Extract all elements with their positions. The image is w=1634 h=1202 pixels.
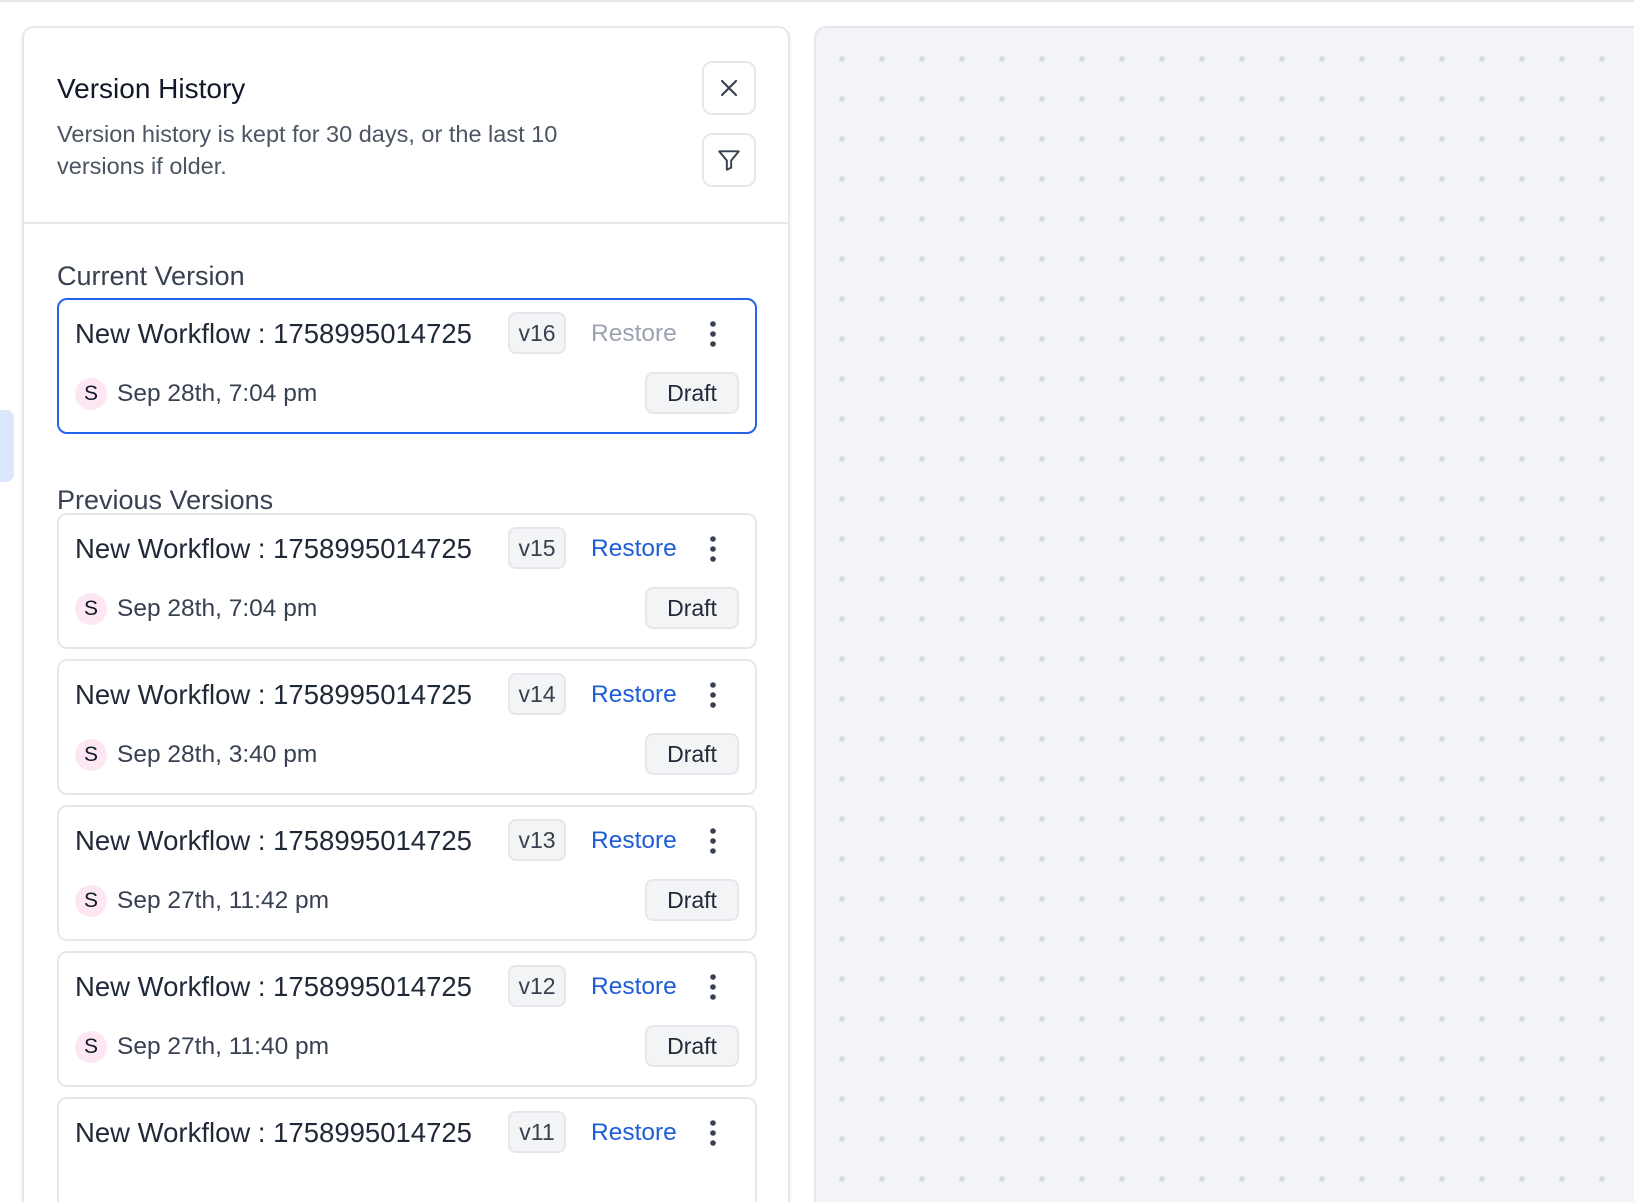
restore-button[interactable]: Restore — [591, 316, 677, 352]
more-vertical-icon — [710, 682, 716, 708]
version-date: Sep 28th, 3:40 pm — [117, 741, 318, 768]
more-options-button[interactable] — [695, 969, 731, 1005]
version-name: New Workflow : 1758995014725 — [75, 318, 472, 349]
version-date: Sep 28th, 7:04 pm — [117, 380, 318, 407]
current-version-heading: Current Version — [57, 261, 245, 291]
more-options-button[interactable] — [695, 823, 731, 859]
panel-description: Version history is kept for 30 days, or … — [57, 121, 558, 179]
restore-button[interactable]: Restore — [591, 823, 677, 859]
version-card[interactable]: New Workflow : 1758995014725 v14 Restore… — [57, 659, 757, 795]
version-name: New Workflow : 1758995014725 — [75, 1117, 472, 1148]
side-panel-toggle[interactable] — [0, 410, 14, 482]
status-badge: Draft — [645, 372, 739, 414]
version-date: Sep 27th, 11:40 pm — [117, 1033, 330, 1060]
more-options-button[interactable] — [695, 531, 731, 567]
version-date: Sep 28th, 7:04 pm — [117, 595, 318, 622]
status-badge: Draft — [645, 1025, 739, 1067]
status-badge: Draft — [645, 587, 739, 629]
current-version-card[interactable]: New Workflow : 1758995014725 v16 Restore… — [57, 298, 757, 434]
version-card[interactable]: New Workflow : 1758995014725 v12 Restore… — [57, 951, 757, 1087]
version-badge: v12 — [508, 965, 566, 1007]
more-options-button[interactable] — [695, 316, 731, 352]
avatar: S — [75, 1031, 107, 1063]
avatar: S — [75, 378, 107, 410]
version-name: New Workflow : 1758995014725 — [75, 825, 472, 856]
version-date: Sep 27th, 11:42 pm — [117, 887, 330, 914]
avatar: S — [75, 885, 107, 917]
version-name: New Workflow : 1758995014725 — [75, 679, 472, 710]
more-vertical-icon — [710, 1120, 716, 1146]
avatar: S — [75, 593, 107, 625]
version-card[interactable]: New Workflow : 1758995014725 v15 Restore… — [57, 513, 757, 649]
filter-button[interactable] — [702, 133, 756, 187]
more-vertical-icon — [710, 974, 716, 1000]
more-options-button[interactable] — [695, 677, 731, 713]
panel-header: Version History Version history is kept … — [24, 28, 788, 224]
filter-icon — [718, 150, 740, 171]
version-history-panel: Version History Version history is kept … — [22, 26, 790, 1202]
version-badge: v15 — [508, 527, 566, 569]
workflow-canvas[interactable] — [814, 26, 1634, 1202]
avatar: S — [75, 739, 107, 771]
previous-versions-heading: Previous Versions — [57, 485, 274, 515]
status-badge: Draft — [645, 733, 739, 775]
restore-button[interactable]: Restore — [591, 677, 677, 713]
close-icon — [720, 79, 738, 97]
more-vertical-icon — [710, 536, 716, 562]
restore-button[interactable]: Restore — [591, 969, 677, 1005]
version-badge: v14 — [508, 673, 566, 715]
top-divider — [0, 0, 1634, 2]
version-name: New Workflow : 1758995014725 — [75, 533, 472, 564]
restore-button[interactable]: Restore — [591, 1115, 677, 1151]
version-badge: v13 — [508, 819, 566, 861]
more-options-button[interactable] — [695, 1115, 731, 1151]
status-badge: Draft — [645, 879, 739, 921]
restore-button[interactable]: Restore — [591, 531, 677, 567]
panel-title: Version History — [57, 73, 246, 104]
more-vertical-icon — [710, 321, 716, 347]
version-name: New Workflow : 1758995014725 — [75, 971, 472, 1002]
more-vertical-icon — [710, 828, 716, 854]
version-badge: v16 — [508, 312, 566, 354]
close-button[interactable] — [702, 61, 756, 115]
version-badge: v11 — [508, 1111, 566, 1153]
version-card[interactable]: New Workflow : 1758995014725 v11 Restore — [57, 1097, 757, 1202]
version-card[interactable]: New Workflow : 1758995014725 v13 Restore… — [57, 805, 757, 941]
